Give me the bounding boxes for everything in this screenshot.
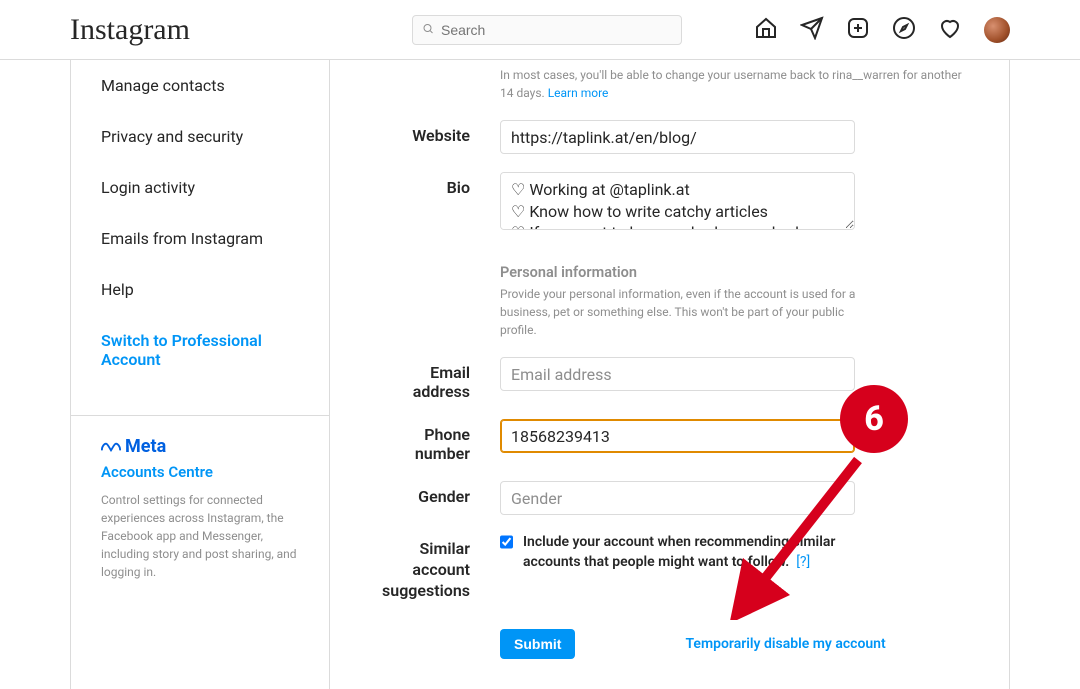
top-nav: Instagram — [0, 0, 1080, 60]
edit-profile-form: In most cases, you'll be able to change … — [330, 60, 1010, 689]
website-label: Website — [370, 120, 500, 145]
meta-description: Control settings for connected experienc… — [101, 491, 299, 581]
bio-label: Bio — [370, 172, 500, 197]
sidebar-item-emails[interactable]: Emails from Instagram — [71, 213, 329, 264]
accounts-centre-link[interactable]: Accounts Centre — [101, 463, 299, 481]
website-input[interactable] — [500, 120, 855, 154]
email-input[interactable] — [500, 357, 855, 391]
email-label: Email address — [370, 357, 500, 401]
similar-checkbox[interactable] — [500, 535, 513, 549]
sidebar: Manage contacts Privacy and security Log… — [70, 60, 330, 689]
sidebar-item-manage-contacts[interactable]: Manage contacts — [71, 60, 329, 111]
instagram-logo[interactable]: Instagram — [70, 13, 190, 47]
meta-block: Meta Accounts Centre Control settings fo… — [71, 416, 329, 601]
messenger-icon[interactable] — [800, 16, 824, 44]
switch-professional-link[interactable]: Switch to Professional Account — [71, 315, 329, 385]
phone-label: Phone number — [370, 419, 500, 463]
avatar[interactable] — [984, 17, 1010, 43]
meta-logo: Meta — [101, 436, 299, 457]
disable-account-link[interactable]: Temporarily disable my account — [685, 636, 885, 652]
sidebar-item-login-activity[interactable]: Login activity — [71, 162, 329, 213]
personal-info-desc: Provide your personal information, even … — [500, 285, 860, 339]
home-icon[interactable] — [754, 16, 778, 44]
annotation-badge: 6 — [840, 385, 908, 453]
annotation-arrow — [728, 450, 888, 620]
username-hint: In most cases, you'll be able to change … — [500, 60, 969, 102]
search-wrap — [412, 15, 682, 45]
personal-info-heading: Personal information — [500, 264, 969, 281]
new-post-icon[interactable] — [846, 16, 870, 44]
search-icon — [422, 22, 434, 37]
bio-textarea[interactable] — [500, 172, 855, 230]
search-input[interactable] — [412, 15, 682, 45]
sidebar-item-help[interactable]: Help — [71, 264, 329, 315]
phone-input[interactable] — [500, 419, 855, 453]
submit-button[interactable]: Submit — [500, 629, 575, 659]
sidebar-item-privacy-security[interactable]: Privacy and security — [71, 111, 329, 162]
settings-page: Manage contacts Privacy and security Log… — [0, 60, 1080, 689]
similar-label: Similar account suggestions — [370, 533, 500, 601]
explore-icon[interactable] — [892, 16, 916, 44]
learn-more-link[interactable]: Learn more — [548, 86, 609, 100]
meta-label: Meta — [125, 436, 166, 457]
activity-icon[interactable] — [938, 16, 962, 44]
gender-label: Gender — [370, 481, 500, 506]
nav-icons — [754, 16, 1010, 44]
